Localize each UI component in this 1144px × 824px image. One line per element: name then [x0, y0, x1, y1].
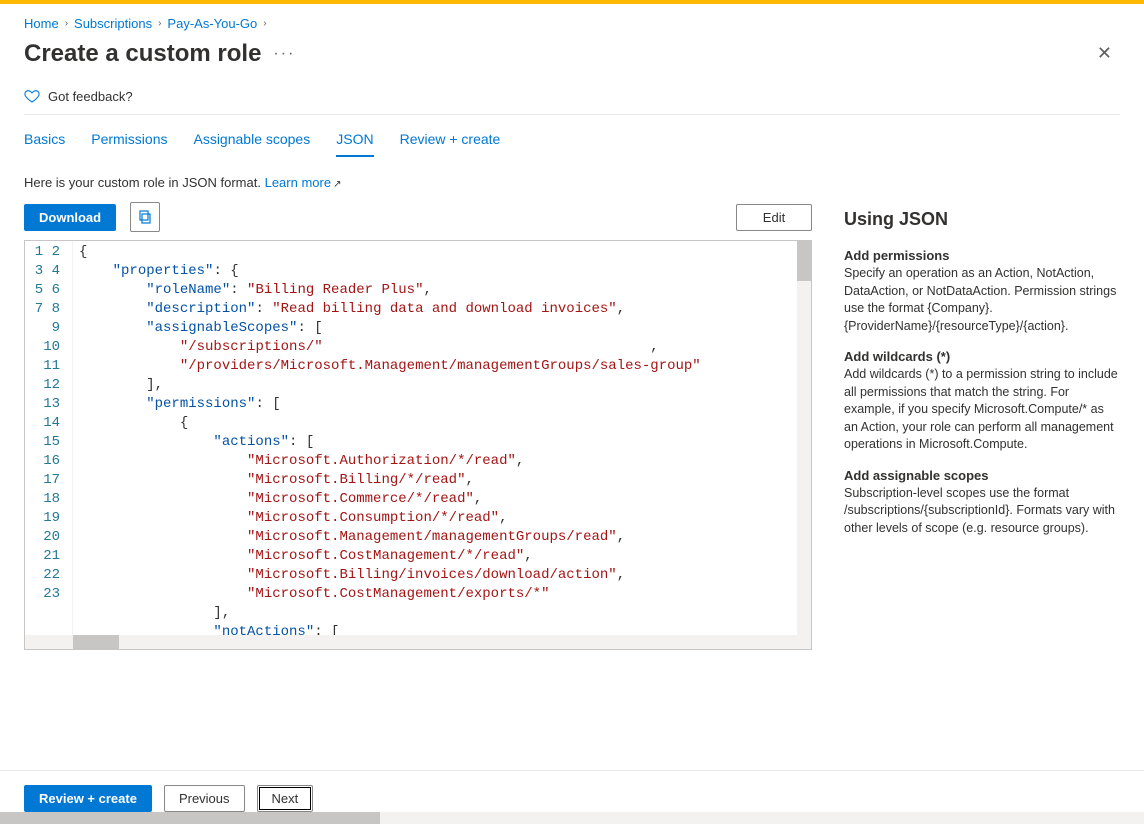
feedback-label: Got feedback? [48, 89, 133, 104]
help-sec-0-title: Add permissions [844, 248, 1120, 263]
page-title: Create a custom role [24, 40, 261, 68]
wizard-footer: Review + create Previous Next [0, 770, 1144, 812]
help-sec-2-title: Add assignable scopes [844, 468, 1120, 483]
next-button[interactable]: Next [257, 785, 314, 812]
chevron-right-icon: › [158, 18, 161, 29]
intro-text: Here is your custom role in JSON format.… [24, 175, 812, 190]
page-hscroll-thumb[interactable] [0, 812, 380, 824]
editor-hscrollbar[interactable] [25, 635, 811, 649]
tab-assignable-scopes[interactable]: Assignable scopes [193, 131, 310, 157]
external-link-icon: ↗ [333, 179, 341, 190]
breadcrumb-payg[interactable]: Pay-As-You-Go [167, 16, 257, 31]
tab-permissions[interactable]: Permissions [91, 131, 167, 157]
copy-icon [137, 209, 153, 225]
editor-line-gutter: 1 2 3 4 5 6 7 8 9 10 11 12 13 14 15 16 1… [25, 241, 73, 649]
heart-icon [24, 88, 40, 104]
editor-vscrollbar[interactable] [797, 241, 811, 635]
breadcrumb-home[interactable]: Home [24, 16, 59, 31]
breadcrumb-subscriptions[interactable]: Subscriptions [74, 16, 152, 31]
edit-button[interactable]: Edit [736, 204, 812, 231]
editor-hscroll-thumb[interactable] [73, 635, 119, 649]
help-panel: Using JSON Add permissions Specify an op… [844, 175, 1120, 650]
tab-review-create[interactable]: Review + create [400, 131, 501, 157]
more-menu-icon[interactable]: ··· [273, 45, 295, 63]
tab-list: Basics Permissions Assignable scopes JSO… [24, 115, 1120, 157]
feedback-bar[interactable]: Got feedback? [24, 80, 1120, 115]
help-sec-1-title: Add wildcards (*) [844, 349, 1120, 364]
learn-more-link[interactable]: Learn more [265, 175, 331, 190]
json-editor[interactable]: 1 2 3 4 5 6 7 8 9 10 11 12 13 14 15 16 1… [24, 240, 812, 650]
download-button[interactable]: Download [24, 204, 116, 231]
help-sec-0-body: Specify an operation as an Action, NotAc… [844, 265, 1120, 335]
help-sec-2-body: Subscription-level scopes use the format… [844, 485, 1120, 538]
breadcrumb: Home › Subscriptions › Pay-As-You-Go › [24, 4, 1120, 39]
chevron-right-icon: › [65, 18, 68, 29]
tab-json[interactable]: JSON [336, 131, 373, 157]
help-sec-1-body: Add wildcards (*) to a permission string… [844, 366, 1120, 454]
review-create-button[interactable]: Review + create [24, 785, 152, 812]
tab-basics[interactable]: Basics [24, 131, 65, 157]
chevron-right-icon: › [263, 18, 266, 29]
editor-vscroll-thumb[interactable] [797, 241, 811, 281]
editor-code-area[interactable]: { "properties": { "roleName": "Billing R… [73, 241, 811, 649]
page-hscrollbar[interactable] [0, 812, 1144, 824]
close-icon[interactable]: ✕ [1089, 39, 1120, 68]
help-heading: Using JSON [844, 209, 1120, 230]
copy-button[interactable] [130, 202, 160, 232]
previous-button[interactable]: Previous [164, 785, 245, 812]
